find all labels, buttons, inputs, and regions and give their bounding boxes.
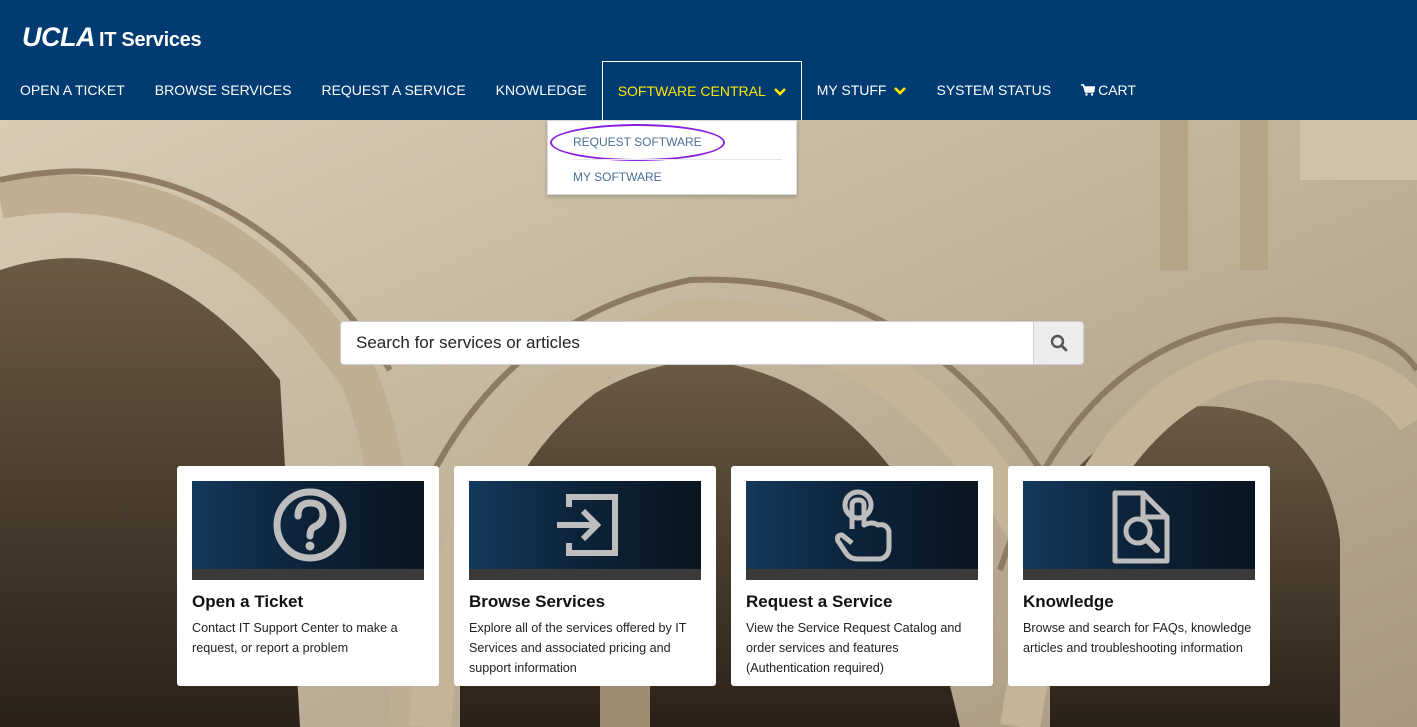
nav-label: MY STUFF [816,82,887,98]
nav-system-status[interactable]: SYSTEM STATUS [921,60,1066,120]
card-description: Contact IT Support Center to make a requ… [192,621,398,655]
nav-label: SOFTWARE CENTRAL [617,83,766,99]
card-request-a-service[interactable]: Request a Service View the Service Reque… [731,466,993,686]
card-browse-services[interactable]: Browse Services Explore all of the servi… [454,466,716,686]
card-description: Browse and search for FAQs, knowledge ar… [1023,621,1252,655]
nav-label: CART [1098,82,1136,98]
search-bar [340,321,1084,365]
dropdown-request-software[interactable]: REQUEST SOFTWARE [573,135,702,149]
nav-software-central[interactable]: SOFTWARE CENTRAL [601,61,802,120]
card-image [192,481,424,580]
logo-sub-text: IT Services [99,29,202,51]
search-button[interactable] [1033,321,1084,365]
shopping-cart-icon [1081,84,1096,96]
card-description: View the Service Request Catalog and ord… [746,621,962,675]
nav-label: BROWSE SERVICES [154,82,292,98]
card-open-a-ticket[interactable]: Open a Ticket Contact IT Support Center … [177,466,439,686]
nav-label: REQUEST A SERVICE [321,82,466,98]
chevron-down-icon [894,86,907,95]
card-description: Explore all of the services offered by I… [469,621,687,675]
main-nav: OPEN A TICKET BROWSE SERVICES REQUEST A … [0,60,1151,120]
card-title: Request a Service [746,592,893,611]
ucla-it-services-logo[interactable]: UCLA IT Services [22,22,202,53]
logo-main-text: UCLA [22,22,96,52]
nav-open-a-ticket[interactable]: OPEN A TICKET [0,60,140,120]
site-header: UCLA IT Services OPEN A TICKET BROWSE SER… [0,0,1417,120]
software-central-dropdown: REQUEST SOFTWARE MY SOFTWARE [547,120,797,195]
card-title: Knowledge [1023,592,1114,611]
card-image [1023,481,1255,580]
nav-cart[interactable]: CART [1066,60,1151,120]
card-title: Open a Ticket [192,592,304,611]
nav-label: OPEN A TICKET [20,82,125,98]
nav-request-a-service[interactable]: REQUEST A SERVICE [306,60,480,120]
card-knowledge[interactable]: Knowledge Browse and search for FAQs, kn… [1008,466,1270,686]
nav-browse-services[interactable]: BROWSE SERVICES [140,60,307,120]
card-image [469,481,701,580]
search-input[interactable] [340,321,1033,365]
card-image [746,481,978,580]
nav-label: KNOWLEDGE [495,82,587,98]
search-icon [1050,334,1067,352]
chevron-down-icon [773,87,786,96]
nav-knowledge[interactable]: KNOWLEDGE [481,60,602,120]
nav-label: SYSTEM STATUS [936,82,1052,98]
nav-my-stuff[interactable]: MY STUFF [802,60,922,120]
dropdown-my-software[interactable]: MY SOFTWARE [573,170,662,184]
dropdown-divider [573,159,782,160]
card-title: Browse Services [469,592,606,611]
